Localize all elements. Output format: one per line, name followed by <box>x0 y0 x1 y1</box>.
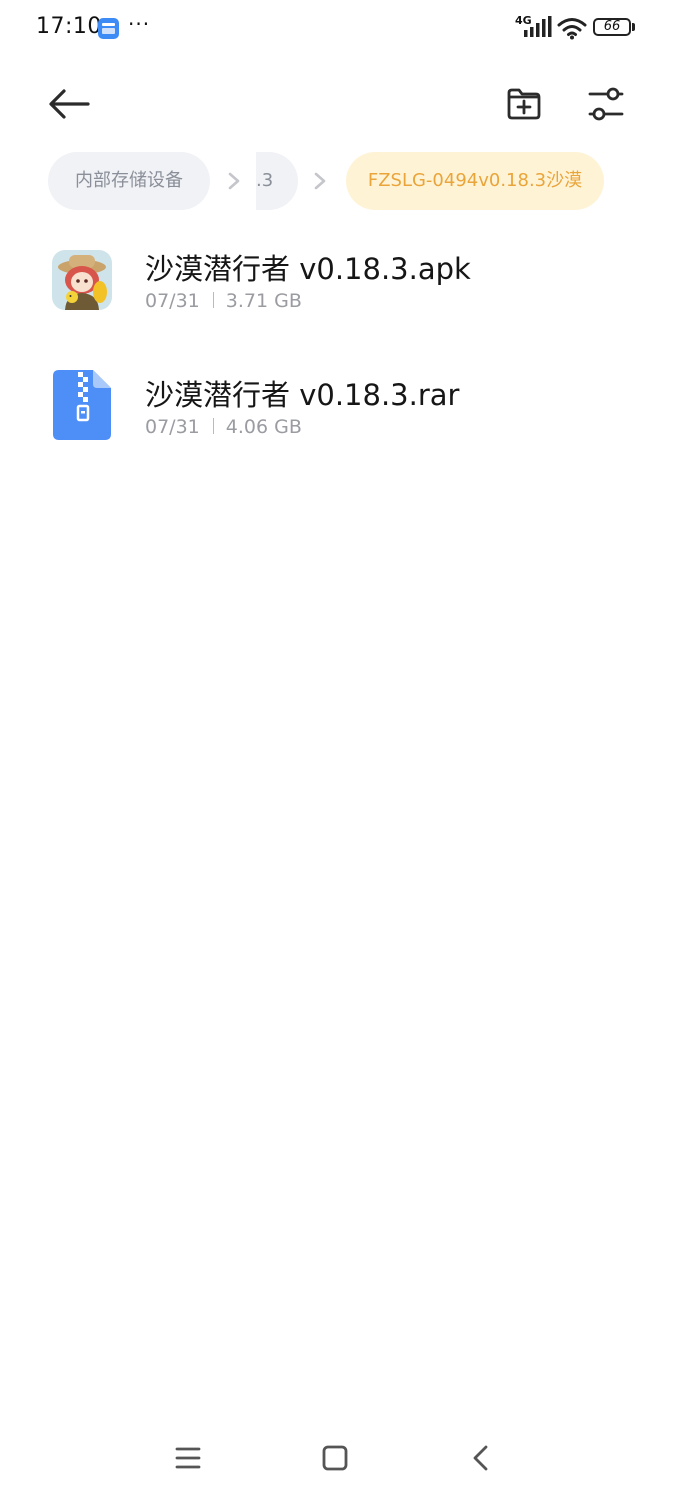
file-list-item[interactable]: 沙漠潜行者 v0.18.3.rar 07/31 4.06 GB <box>0 352 675 462</box>
more-notifications-icon: ··· <box>128 12 151 36</box>
file-meta: 07/31 3.71 GB <box>145 290 302 312</box>
chevron-right-icon <box>228 172 240 190</box>
menu-icon <box>175 1447 201 1469</box>
chevron-right-icon <box>314 172 326 190</box>
breadcrumb: 内部存储设备 .3 FZSLG-0494v0.18.3沙漠 <box>0 152 675 212</box>
file-name: 沙漠潜行者 v0.18.3.rar <box>145 378 460 412</box>
filter-settings-button[interactable] <box>582 80 630 128</box>
meta-divider <box>212 418 214 434</box>
nav-back-button[interactable] <box>466 1440 496 1476</box>
folder-plus-icon <box>507 88 541 120</box>
new-folder-button[interactable] <box>500 80 548 128</box>
back-chevron-icon <box>473 1445 488 1471</box>
battery-indicator: 66 <box>593 18 631 36</box>
home-square-icon <box>322 1445 348 1471</box>
nav-menu-button[interactable] <box>170 1440 206 1476</box>
apk-app-icon <box>52 250 112 310</box>
file-list-item[interactable]: 沙漠潜行者 v0.18.3.apk 07/31 3.71 GB <box>0 226 675 336</box>
file-meta: 07/31 4.06 GB <box>145 416 302 438</box>
file-name: 沙漠潜行者 v0.18.3.apk <box>145 252 471 286</box>
file-size: 4.06 GB <box>225 416 302 438</box>
sliders-icon <box>588 87 624 121</box>
zip-archive-icon <box>53 370 111 440</box>
file-date: 07/31 <box>145 416 200 438</box>
meta-divider <box>212 292 214 308</box>
breadcrumb-current[interactable]: FZSLG-0494v0.18.3沙漠 <box>346 152 604 210</box>
breadcrumb-root[interactable]: 内部存储设备 <box>48 152 210 210</box>
signal-icon <box>524 16 552 37</box>
battery-tip <box>632 23 635 31</box>
wifi-icon <box>557 18 587 40</box>
file-date: 07/31 <box>145 290 200 312</box>
back-button[interactable] <box>40 80 96 128</box>
calendar-app-icon <box>98 18 119 39</box>
file-size: 3.71 GB <box>225 290 302 312</box>
status-time: 17:10 <box>36 14 102 39</box>
status-bar: 17:10 ··· 4G 66 <box>0 0 675 58</box>
nav-home-button[interactable] <box>318 1440 354 1476</box>
arrow-left-icon <box>49 89 90 119</box>
breadcrumb-middle[interactable]: .3 <box>256 152 298 210</box>
